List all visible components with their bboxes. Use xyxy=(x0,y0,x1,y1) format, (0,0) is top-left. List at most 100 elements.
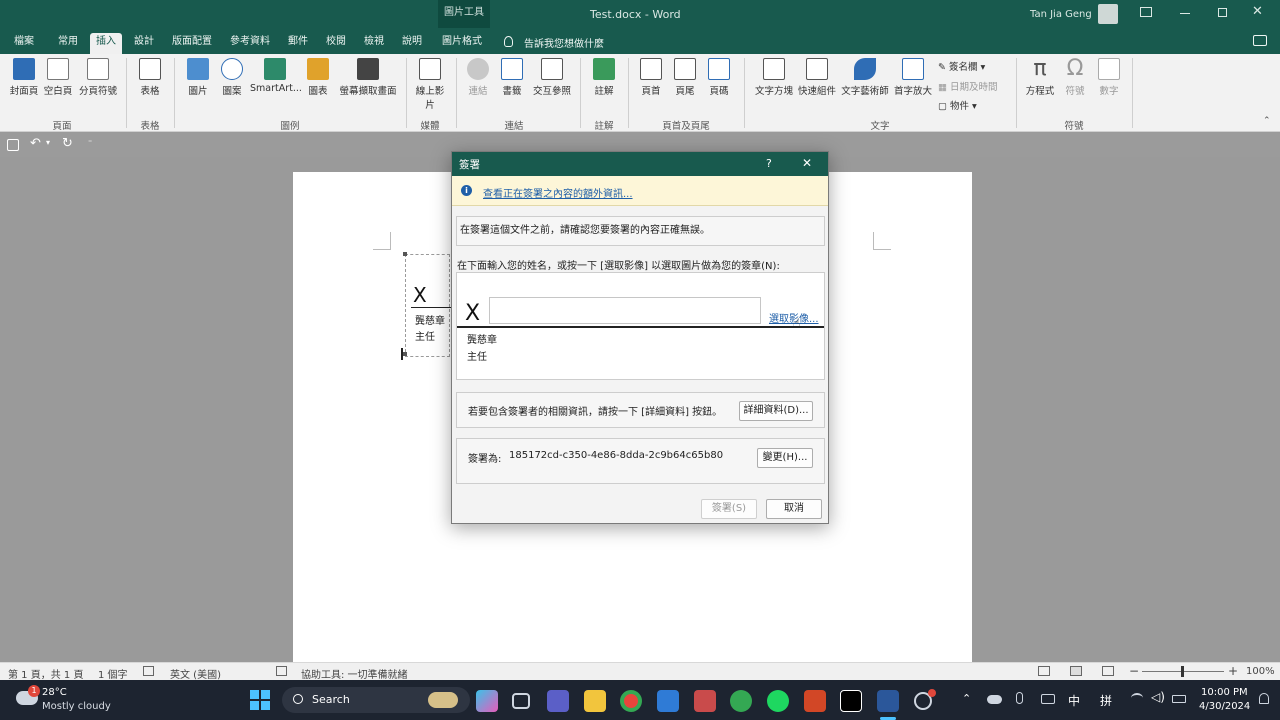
clock-time[interactable]: 10:00 PM xyxy=(1201,687,1248,698)
online-video-button[interactable]: 線上影片 xyxy=(414,58,446,111)
chart-button[interactable]: 圖表 xyxy=(302,58,334,97)
signature-name-input[interactable] xyxy=(489,297,761,324)
avatar[interactable] xyxy=(1098,4,1118,24)
quick-parts-button[interactable]: 快速組件 xyxy=(796,58,838,97)
tab-view[interactable]: 檢視 xyxy=(358,33,390,54)
sign-button[interactable]: 簽署(S) xyxy=(701,499,757,519)
print-layout-icon[interactable] xyxy=(1070,666,1082,676)
text-box-button[interactable]: 文字方塊 xyxy=(752,58,796,97)
search-box[interactable]: Search xyxy=(282,687,470,713)
smartart-button[interactable]: SmartArt... xyxy=(250,58,302,94)
dialog-close-button[interactable]: ✕ xyxy=(802,156,812,170)
weather-widget[interactable]: 1 28°C Mostly cloudy xyxy=(8,684,128,716)
date-time-button[interactable]: ▦ 日期及時間 xyxy=(938,79,998,93)
volume-icon[interactable]: ◁) xyxy=(1151,690,1165,704)
page-count[interactable]: 第 1 頁，共 1 頁 xyxy=(8,666,83,681)
proofing-icon[interactable] xyxy=(143,666,154,676)
number-button[interactable]: 數字 xyxy=(1094,58,1124,97)
word-count[interactable]: 1 個字 xyxy=(98,666,128,681)
collapse-ribbon-icon[interactable]: ⌃ xyxy=(1263,116,1271,126)
page-break-button[interactable]: 分頁符號 xyxy=(76,58,120,97)
copilot-icon[interactable] xyxy=(476,690,498,712)
header-button[interactable]: 頁首 xyxy=(636,58,666,97)
photos-icon[interactable] xyxy=(657,690,679,712)
file-explorer-icon[interactable] xyxy=(584,690,606,712)
chrome-profile-icon[interactable] xyxy=(730,690,752,712)
bookmark-button[interactable]: 書籤 xyxy=(496,58,528,97)
language[interactable]: 英文 (美國) xyxy=(170,666,221,681)
pictures-button[interactable]: 圖片 xyxy=(182,58,214,97)
help-button[interactable]: ? xyxy=(766,157,772,170)
autosave-icon[interactable] xyxy=(7,139,19,151)
cancel-button[interactable]: 取消 xyxy=(766,499,822,519)
battery-icon[interactable] xyxy=(1172,695,1186,703)
zoom-out-button[interactable]: − xyxy=(1129,664,1139,678)
signature-line-object[interactable]: X 龔慈章 主任 xyxy=(405,254,451,357)
task-view-icon[interactable] xyxy=(512,693,530,709)
chrome-icon[interactable] xyxy=(620,690,642,712)
wifi-icon[interactable] xyxy=(1131,693,1143,703)
signature-line-button[interactable]: ✎ 簽名欄 ▾ xyxy=(938,59,985,73)
drop-cap-button[interactable]: 首字放大 xyxy=(892,58,934,97)
read-mode-icon[interactable] xyxy=(1038,666,1050,676)
maximize-icon[interactable] xyxy=(1218,8,1227,17)
link-button[interactable]: 連結 xyxy=(462,58,494,97)
tab-design[interactable]: 設計 xyxy=(128,33,160,54)
zoom-in-button[interactable]: + xyxy=(1228,664,1238,678)
ime-pinyin[interactable]: 拼 xyxy=(1100,692,1112,709)
undo-dropdown-icon[interactable]: ▾ xyxy=(46,138,50,147)
clock-date[interactable]: 4/30/2024 xyxy=(1199,701,1250,712)
equation-button[interactable]: π 方程式 xyxy=(1022,58,1058,98)
additional-info-link[interactable]: 查看正在簽署之內容的額外資訊... xyxy=(483,185,633,200)
table-button[interactable]: 表格 xyxy=(134,58,166,97)
show-hidden-icons[interactable]: ⌃ xyxy=(962,692,971,705)
zoom-slider-thumb[interactable] xyxy=(1181,666,1184,677)
notification-bell-icon[interactable] xyxy=(1259,693,1269,704)
tab-insert[interactable]: 插入 xyxy=(90,33,122,54)
customize-qat-icon[interactable]: ⁼ xyxy=(88,138,92,147)
keyboard-icon[interactable] xyxy=(1041,694,1055,704)
footer-button[interactable]: 頁尾 xyxy=(670,58,700,97)
microphone-icon[interactable] xyxy=(1016,692,1023,704)
cross-reference-button[interactable]: 交互參照 xyxy=(530,58,574,97)
selection-handle[interactable] xyxy=(403,352,407,356)
tab-home[interactable]: 常用 xyxy=(52,33,84,54)
tab-layout[interactable]: 版面配置 xyxy=(166,33,218,54)
tab-picture-format[interactable]: 圖片格式 xyxy=(436,33,488,54)
tab-mailings[interactable]: 郵件 xyxy=(282,33,314,54)
spotify-icon[interactable] xyxy=(767,690,789,712)
comment-button[interactable]: 註解 xyxy=(586,58,622,97)
cover-page-button[interactable]: 封面頁 xyxy=(6,58,42,97)
tab-references[interactable]: 參考資料 xyxy=(224,33,276,54)
tab-file[interactable]: 檔案 xyxy=(8,33,40,54)
powerpoint-icon[interactable] xyxy=(804,690,826,712)
tab-help[interactable]: 說明 xyxy=(396,33,428,54)
user-name[interactable]: Tan Jia Geng xyxy=(1030,9,1092,20)
capcut-icon[interactable] xyxy=(840,690,862,712)
tell-me-search[interactable]: 告訴我您想做什麼 xyxy=(524,35,604,50)
tab-review[interactable]: 校閱 xyxy=(320,33,352,54)
word-icon[interactable] xyxy=(877,690,899,712)
undo-icon[interactable]: ↶ xyxy=(30,136,41,151)
blank-page-button[interactable]: 空白頁 xyxy=(42,58,74,97)
redo-icon[interactable]: ↻ xyxy=(62,136,73,151)
change-button[interactable]: 變更(H)... xyxy=(757,448,813,468)
web-layout-icon[interactable] xyxy=(1102,666,1114,676)
onedrive-icon[interactable] xyxy=(987,695,1002,704)
symbol-button[interactable]: Ω 符號 xyxy=(1060,58,1090,98)
shapes-button[interactable]: 圖案 xyxy=(216,58,248,97)
wordart-button[interactable]: 文字藝術師 xyxy=(840,58,890,97)
accessibility-status[interactable]: 協助工具: 一切準備就緒 xyxy=(301,666,408,681)
details-button[interactable]: 詳細資料(D)... xyxy=(739,401,813,421)
screenshot-button[interactable]: 螢幕擷取畫面 xyxy=(336,58,400,97)
minimize-icon[interactable] xyxy=(1180,13,1190,14)
ribbon-display-icon[interactable] xyxy=(1140,7,1152,17)
snipping-icon[interactable] xyxy=(694,690,716,712)
object-button[interactable]: ▢ 物件 ▾ xyxy=(938,98,977,112)
page-number-button[interactable]: 頁碼 xyxy=(704,58,734,97)
selection-handle[interactable] xyxy=(403,252,407,256)
start-icon[interactable] xyxy=(250,690,270,710)
zoom-level[interactable]: 100% xyxy=(1246,666,1275,677)
comments-icon[interactable] xyxy=(1253,35,1267,46)
teams-icon[interactable] xyxy=(547,690,569,712)
